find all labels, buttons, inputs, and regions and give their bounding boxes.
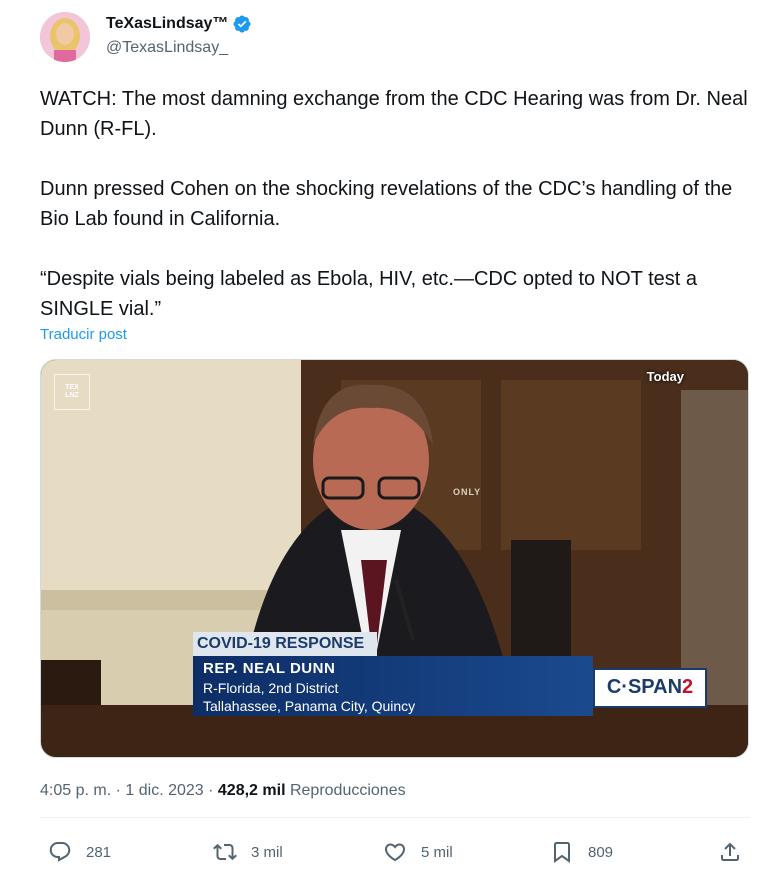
heart-icon	[384, 843, 406, 862]
logo-text: TEX	[65, 384, 79, 391]
avatar[interactable]	[40, 12, 90, 62]
network-name: C·SPAN	[606, 676, 683, 698]
channel-logo: TEX LNZ	[54, 374, 90, 410]
speaker-ident: REP. NEAL DUNN R-Florida, 2nd District T…	[193, 656, 593, 716]
views-count: 428,2 mil	[217, 782, 286, 799]
separator: ·	[115, 782, 121, 799]
speaker-cities: Tallahassee, Panama City, Quincy	[203, 698, 416, 714]
repost-count: 3 mil	[251, 843, 283, 861]
tweet-paragraph: “Despite vials being labeled as Ebola, H…	[40, 268, 698, 320]
bookmark-count: 809	[588, 843, 614, 861]
tweet-paragraph: Dunn pressed Cohen on the shocking revel…	[40, 178, 733, 230]
video-player[interactable]: TEX LNZ Today ONLY COVID-19 RESPONSE REP…	[40, 359, 749, 758]
sign-text: ONLY	[453, 487, 482, 497]
speaker-district: R-Florida, 2nd District	[203, 680, 339, 696]
bookmark-icon	[554, 842, 570, 863]
display-name[interactable]: TeXasLindsay™	[106, 15, 228, 33]
corner-label: Today	[646, 369, 684, 384]
tweet-time[interactable]: 4:05 p. m.	[40, 782, 111, 799]
reply-button[interactable]: 281	[48, 840, 111, 864]
repost-icon	[213, 843, 237, 861]
divider	[40, 817, 750, 818]
translate-post-link[interactable]: Traducir post	[40, 326, 127, 343]
segment-tag: COVID-19 RESPONSE	[193, 632, 377, 656]
network-number: 2	[682, 676, 694, 698]
like-button[interactable]: 5 mil	[383, 840, 453, 864]
logo-text: LNZ	[65, 392, 79, 399]
share-button[interactable]	[718, 840, 756, 864]
network-logo: C·SPAN2	[593, 668, 707, 708]
share-icon	[721, 842, 739, 861]
verified-badge-icon	[233, 15, 251, 33]
views-label: Reproducciones	[289, 782, 406, 799]
bookmark-button[interactable]: 809	[550, 840, 613, 864]
tweet-meta: 4:05 p. m. · 1 dic. 2023 · 428,2 mil Rep…	[40, 782, 406, 800]
repost-button[interactable]: 3 mil	[213, 840, 283, 864]
separator: ·	[208, 782, 214, 799]
tweet-paragraph: WATCH: The most damning exchange from th…	[40, 88, 748, 140]
tweet-header: TeXasLindsay™ @TexasLindsay_	[40, 12, 740, 62]
tweet-text: WATCH: The most damning exchange from th…	[40, 84, 750, 324]
reply-count: 281	[86, 843, 112, 861]
tweet-date[interactable]: 1 dic. 2023	[125, 782, 203, 799]
speaker-name: REP. NEAL DUNN	[203, 660, 336, 677]
like-count: 5 mil	[421, 843, 453, 861]
author-handle[interactable]: @TexasLindsay_	[106, 39, 228, 57]
reply-icon	[49, 842, 71, 862]
action-bar: 281 3 mil 5 mil 809	[40, 840, 750, 870]
